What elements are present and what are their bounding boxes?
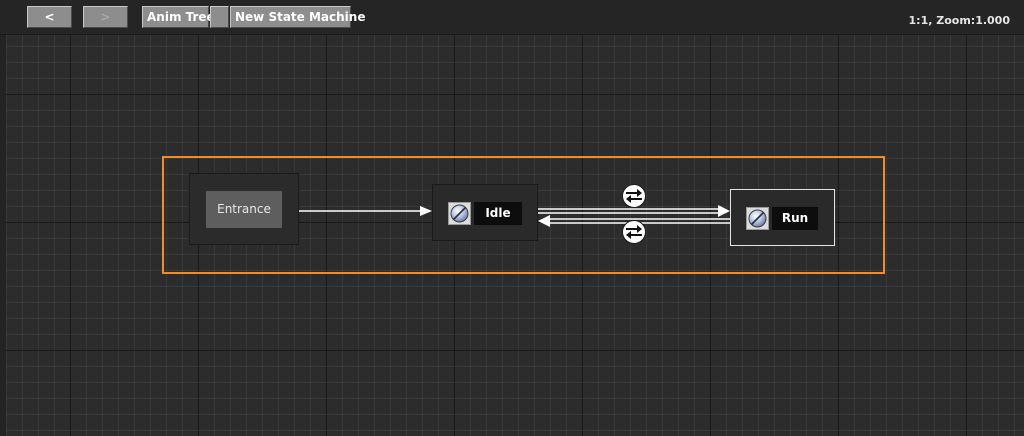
state-label-idle: Idle [474, 202, 522, 225]
transition-swap-icon[interactable] [621, 183, 647, 209]
toolbar: < > Anim Tree New State Machine 1:1, Zoo… [0, 0, 1024, 35]
state-label-run: Run [772, 207, 818, 230]
transition-swap-icon[interactable] [621, 219, 647, 245]
zoom-readout: 1:1, Zoom:1.000 [908, 14, 1010, 27]
breadcrumb-separator [210, 6, 229, 28]
animator-window: < > Anim Tree New State Machine 1:1, Zoo… [0, 0, 1024, 436]
forward-button[interactable]: > [83, 6, 128, 28]
breadcrumb-state-machine[interactable]: New State Machine [230, 6, 365, 28]
state-node-idle[interactable]: Idle [432, 184, 538, 241]
entrance-label: Entrance [206, 191, 282, 228]
state-node-run[interactable]: Run [730, 189, 835, 246]
breadcrumb-anim-tree[interactable]: Anim Tree [142, 6, 215, 28]
entrance-node[interactable]: Entrance [189, 173, 299, 245]
back-button[interactable]: < [27, 6, 72, 28]
state-motion-icon [746, 207, 769, 230]
state-motion-icon [448, 202, 471, 225]
